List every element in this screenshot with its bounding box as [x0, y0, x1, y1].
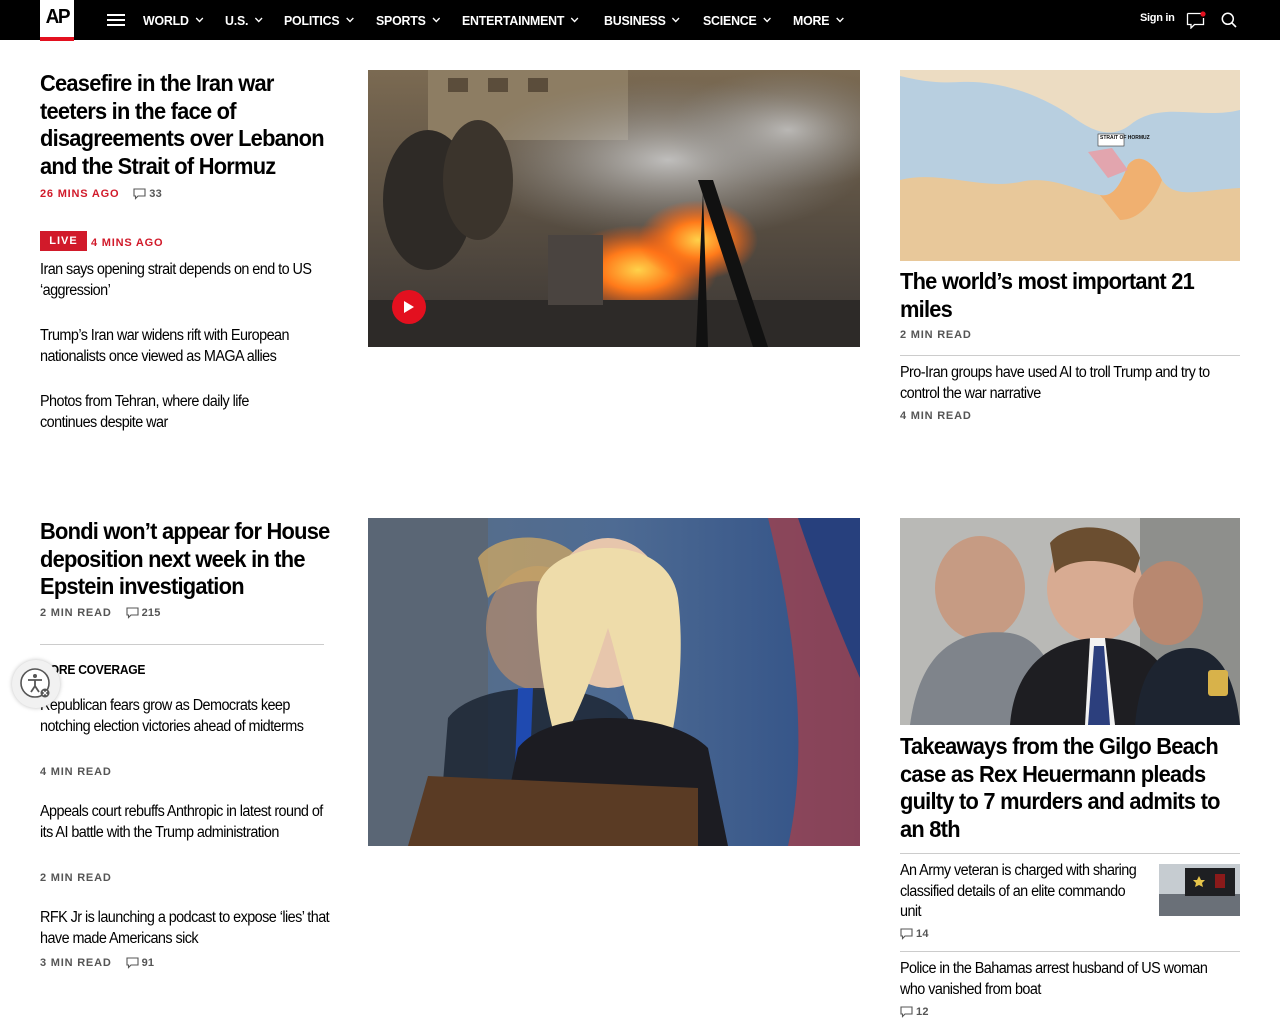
related-story-3[interactable]: Photos from Tehran, where daily life con… [40, 392, 300, 433]
bahamas-story[interactable]: Police in the Bahamas arrest husband of … [900, 959, 1230, 1000]
comment-icon [900, 1006, 913, 1018]
lead-comments[interactable]: 33 [133, 188, 162, 200]
coverage-story-1[interactable]: Republican fears grow as Democrats keep … [40, 696, 328, 737]
map-read-time: 2 MIN READ [900, 329, 972, 341]
live-badge[interactable]: LIVE [40, 231, 87, 251]
coverage-story-3[interactable]: RFK Jr is launching a podcast to expose … [40, 908, 338, 949]
coverage-story-3-comments[interactable]: 91 [126, 957, 155, 969]
lead-video-thumbnail[interactable] [368, 70, 860, 347]
right-story-2[interactable]: Pro-Iran groups have used AI to troll Tr… [900, 363, 1230, 404]
chevron-down-icon [671, 15, 681, 25]
chevron-down-icon [345, 15, 355, 25]
divider [40, 644, 324, 645]
gilgo-beach-image[interactable] [900, 518, 1240, 725]
ap-logo[interactable]: AP [40, 0, 74, 41]
divider [900, 853, 1240, 854]
divider [900, 951, 1240, 952]
map-headline[interactable]: The world’s most important 21 miles [900, 268, 1223, 323]
comment-icon [126, 957, 139, 969]
bahamas-meta: 12 [900, 1005, 929, 1019]
search-icon[interactable] [1221, 12, 1237, 28]
army-veteran-meta: 14 [900, 927, 929, 941]
message-icon[interactable] [1186, 11, 1206, 30]
related-story-1[interactable]: Iran says opening strait depends on end … [40, 260, 338, 301]
comment-icon [126, 607, 139, 619]
strait-map-image[interactable]: STRAIT OF HORMUZ [900, 70, 1240, 261]
sign-in-link[interactable]: Sign in [1140, 12, 1175, 24]
right-story-2-read-time: 4 MIN READ [900, 410, 972, 422]
second-story-image[interactable] [368, 518, 860, 846]
chevron-down-icon [194, 15, 204, 25]
menu-icon[interactable] [107, 14, 125, 26]
army-veteran-thumbnail[interactable] [1159, 864, 1240, 916]
comment-icon [900, 928, 913, 940]
live-time: 4 MINS AGO [91, 237, 164, 249]
chevron-down-icon [835, 15, 845, 25]
army-veteran-comments[interactable]: 14 [900, 928, 929, 940]
nav-world[interactable]: WORLD [143, 13, 204, 28]
coverage-story-3-read-time: 3 MIN READ [40, 957, 112, 969]
chevron-down-icon [254, 15, 263, 25]
nav-sports[interactable]: SPORTS [376, 13, 441, 28]
coverage-story-3-meta: 3 MIN READ 91 [40, 956, 154, 970]
coverage-story-2-read-time: 2 MIN READ [40, 872, 112, 884]
coverage-story-2[interactable]: Appeals court rebuffs Anthropic in lates… [40, 802, 328, 843]
nav-politics[interactable]: POLITICS [284, 13, 355, 28]
divider [900, 355, 1240, 356]
nav-entertainment[interactable]: ENTERTAINMENT [462, 13, 579, 28]
nav-more[interactable]: MORE [793, 13, 844, 28]
top-navigation-bar: AP WORLD U.S. POLITICS SPORTS ENTERTAINM… [0, 0, 1280, 41]
chevron-down-icon [431, 15, 441, 25]
play-icon[interactable] [392, 290, 426, 324]
nav-us[interactable]: U.S. [225, 13, 263, 28]
chevron-down-icon [762, 15, 772, 25]
bahamas-comments[interactable]: 12 [900, 1006, 929, 1018]
second-comments[interactable]: 215 [126, 607, 161, 619]
lead-meta: 26 MINS AGO 33 [40, 187, 162, 201]
gilgo-headline[interactable]: Takeaways from the Gilgo Beach case as R… [900, 733, 1223, 843]
map-label: STRAIT OF HORMUZ [1100, 135, 1150, 141]
nav-business[interactable]: BUSINESS [604, 13, 681, 28]
comment-icon [133, 188, 146, 200]
lead-headline[interactable]: Ceasefire in the Iran war teeters in the… [40, 70, 335, 180]
army-veteran-story[interactable]: An Army veteran is charged with sharing … [900, 861, 1142, 923]
related-story-2[interactable]: Trump’s Iran war widens rift with Europe… [40, 326, 338, 367]
main-nav: WORLD U.S. POLITICS SPORTS ENTERTAINMENT… [143, 0, 865, 40]
second-read-time: 2 MIN READ [40, 607, 112, 619]
coverage-story-1-read-time: 4 MIN READ [40, 766, 112, 778]
second-headline[interactable]: Bondi won’t appear for House deposition … [40, 518, 335, 601]
nav-science[interactable]: SCIENCE [703, 13, 772, 28]
lead-time: 26 MINS AGO [40, 188, 120, 200]
accessibility-icon[interactable] [12, 660, 60, 708]
second-meta: 2 MIN READ 215 [40, 606, 161, 620]
chevron-down-icon [570, 15, 580, 25]
